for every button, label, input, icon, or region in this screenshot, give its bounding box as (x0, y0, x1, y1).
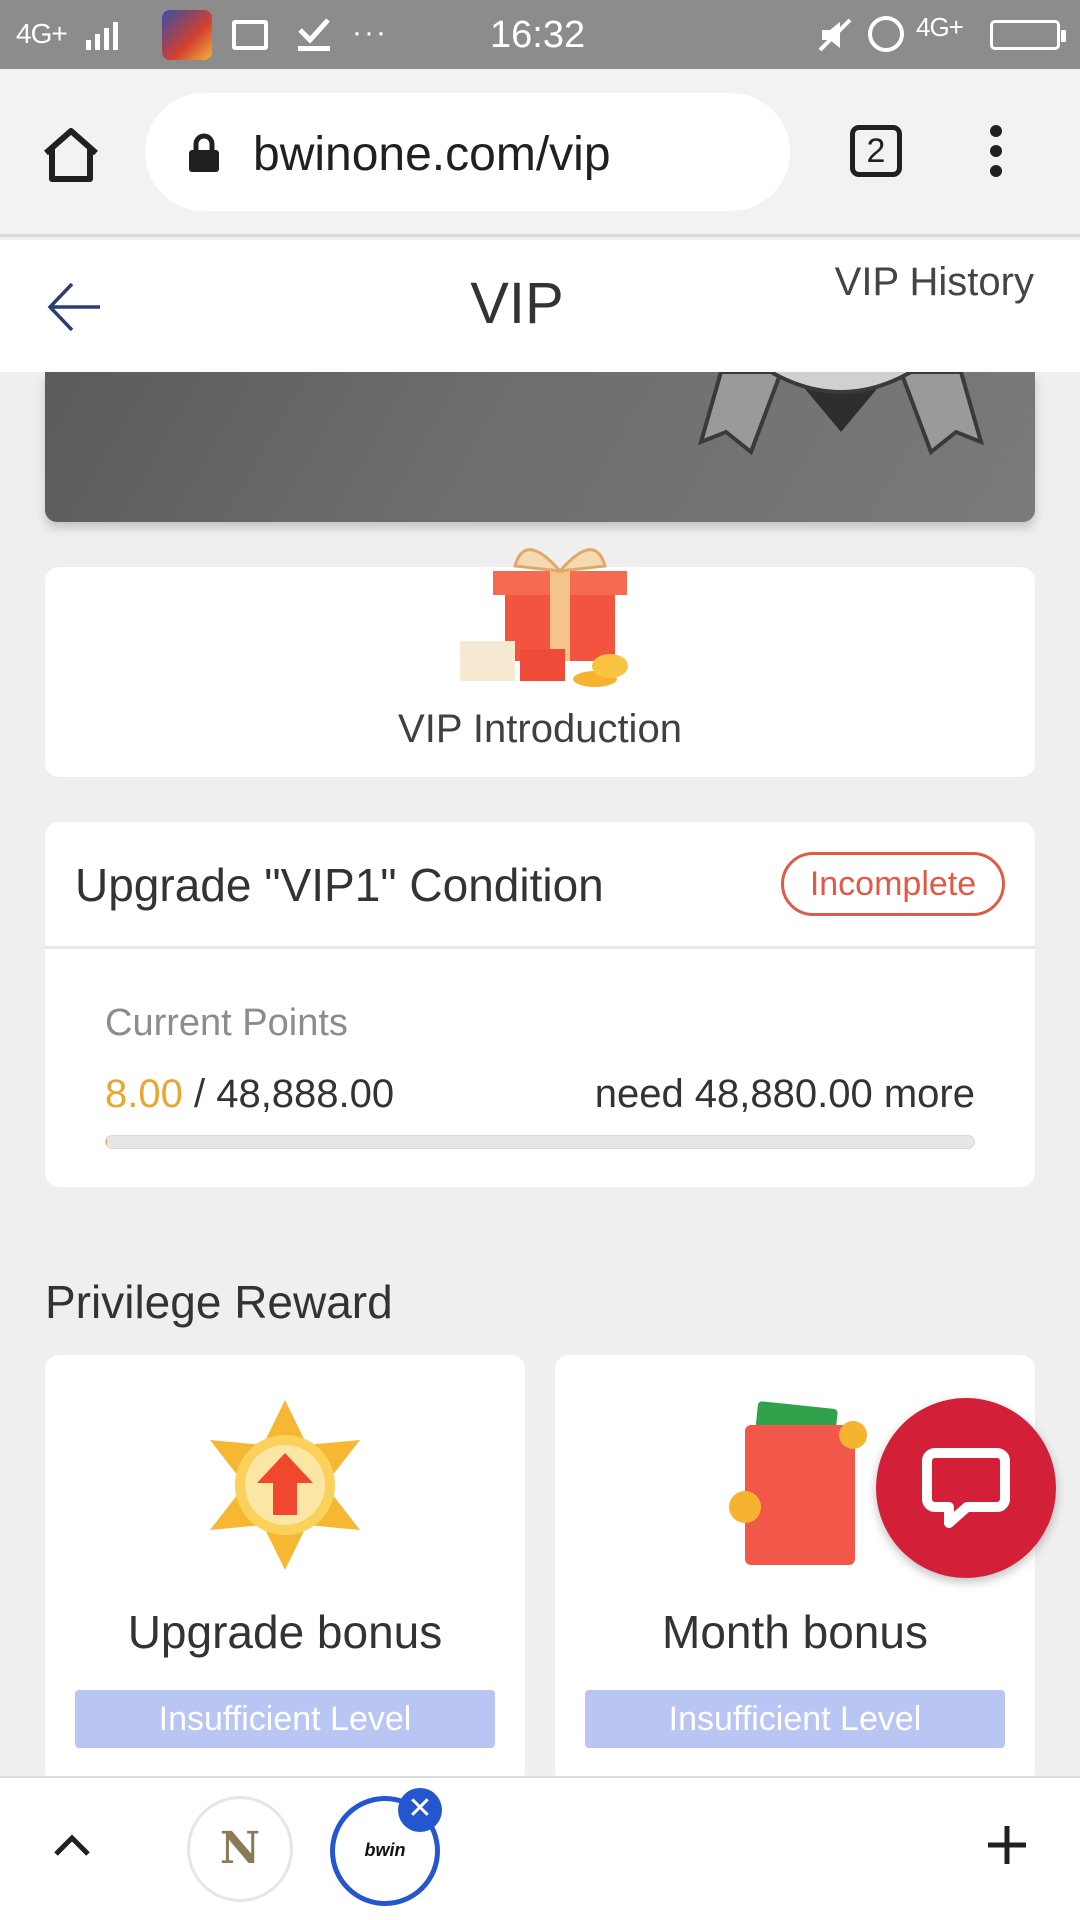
reward-name: Month bonus (662, 1606, 928, 1658)
divider (45, 946, 1035, 949)
privilege-reward-title: Privilege Reward (45, 1276, 393, 1328)
vip-introduction-card[interactable]: VIP Introduction (45, 548, 1035, 777)
upgrade-bonus-card: Upgrade bonus Insufficient Level (45, 1355, 525, 1785)
browser-bottom-bar: N bwin ✕ (0, 1776, 1080, 1920)
download-done-icon (298, 18, 330, 51)
mute-icon (818, 18, 852, 52)
browser-toolbar: bwinone.com/vip 2 (0, 69, 1080, 237)
points-needed-text: need 48,880.00 more (594, 1072, 975, 1116)
points-progress-text: 8.00 / 48,888.00 (105, 1072, 394, 1117)
current-points-label: Current Points (105, 1002, 348, 1044)
vip-medal-icon (697, 372, 985, 456)
more-notifications-icon: ··· (352, 16, 388, 49)
signal-icon (86, 22, 118, 50)
address-bar[interactable]: bwinone.com/vip (145, 93, 790, 211)
upgrade-condition-card: Upgrade "VIP1" Condition Incomplete Curr… (45, 822, 1035, 1187)
chat-bubble-icon (922, 1448, 1010, 1528)
vip-history-link[interactable]: VIP History (834, 260, 1034, 304)
vip-introduction-label: VIP Introduction (398, 707, 682, 751)
new-tab-plus-icon[interactable] (986, 1824, 1028, 1866)
close-tab-icon[interactable]: ✕ (398, 1788, 442, 1832)
alarm-icon (868, 16, 904, 52)
current-points-value: 8.00 (105, 1072, 183, 1116)
battery-charging-icon (990, 20, 1066, 50)
upgrade-star-icon (210, 1400, 360, 1570)
target-points-value: 48,888.00 (216, 1072, 395, 1116)
points-progress-bar (105, 1135, 975, 1149)
condition-title: Upgrade "VIP1" Condition (75, 859, 604, 911)
url-text[interactable]: bwinone.com/vip (253, 127, 611, 182)
tab-switcher-button[interactable]: 2 (850, 125, 902, 177)
status-badge: Incomplete (781, 852, 1005, 916)
reward-name: Upgrade bonus (127, 1606, 443, 1658)
points-separator: / (182, 1072, 217, 1116)
screenshot-icon (232, 20, 268, 50)
network-type-left: 4G+ (16, 18, 68, 49)
insufficient-level-button[interactable]: Insufficient Level (75, 1690, 495, 1748)
page-header: VIP VIP History (0, 240, 1080, 372)
lock-icon (189, 133, 219, 172)
home-icon[interactable] (40, 125, 102, 185)
vip-level-banner (45, 372, 1035, 522)
game-app-notification-icon (162, 10, 212, 60)
clock: 16:32 (490, 14, 586, 56)
overflow-menu-icon[interactable] (986, 125, 1006, 185)
red-envelope-icon (729, 1401, 867, 1565)
tab-thumbnail-n[interactable]: N (187, 1796, 293, 1902)
live-chat-button[interactable] (876, 1398, 1056, 1578)
chevron-up-icon[interactable] (52, 1830, 92, 1860)
insufficient-level-button[interactable]: Insufficient Level (585, 1690, 1005, 1748)
gift-box-icon (460, 548, 628, 687)
network-type-right: 4G+ (916, 12, 964, 42)
status-bar: 4G+ ··· 16:32 4G+ (0, 0, 1080, 69)
